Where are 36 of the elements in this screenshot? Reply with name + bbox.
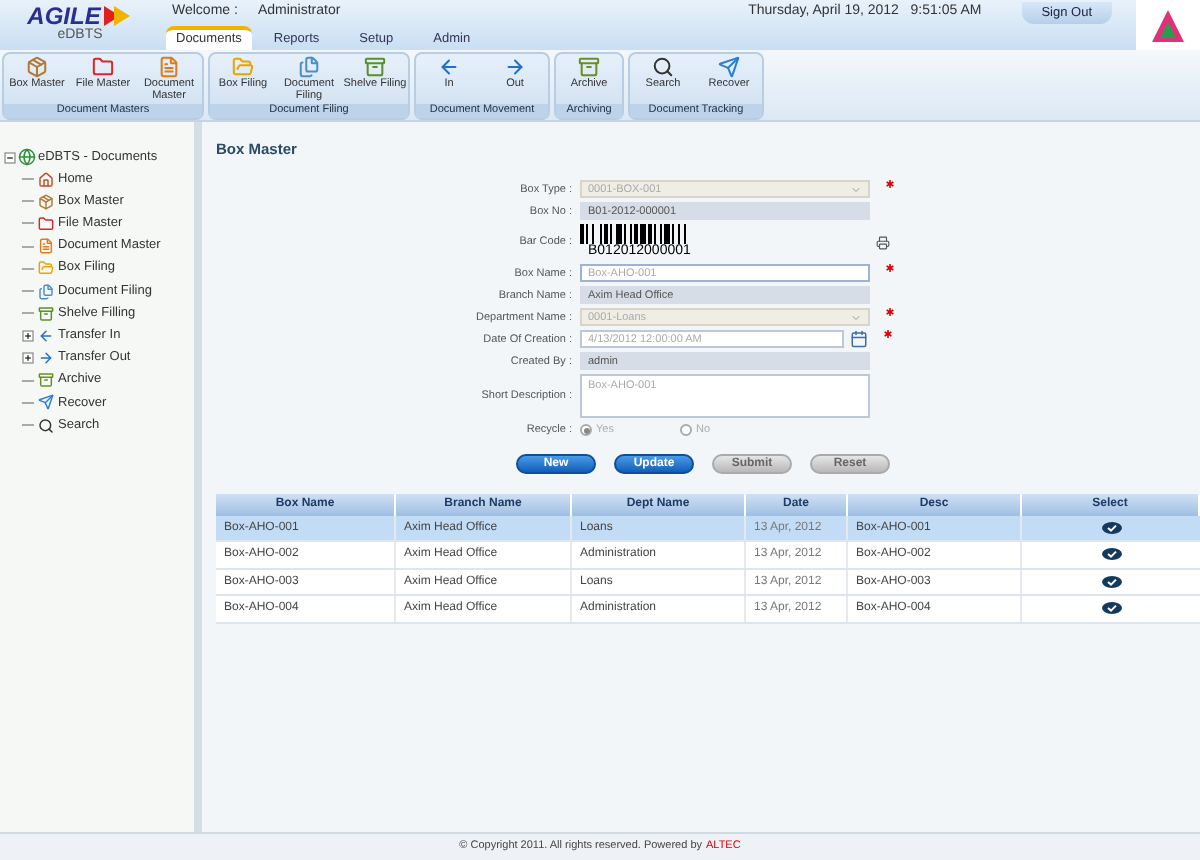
home-icon xyxy=(38,171,54,188)
archive-icon xyxy=(38,372,54,389)
folder-icon xyxy=(38,215,54,232)
radio-button[interactable] xyxy=(580,424,592,437)
search-icon xyxy=(38,417,54,434)
logo-title: AGILE xyxy=(27,4,101,28)
printer-icon[interactable] xyxy=(876,235,890,250)
arrow-right-icon xyxy=(38,350,54,367)
send-icon xyxy=(718,56,740,78)
calendar-icon[interactable] xyxy=(850,330,868,349)
send-icon xyxy=(38,394,54,411)
expand-toggle[interactable] xyxy=(22,352,34,365)
arrow-left-icon xyxy=(38,327,54,344)
box-icon xyxy=(38,193,54,210)
box-icon xyxy=(26,56,48,78)
radio-button[interactable] xyxy=(680,424,692,437)
search-icon xyxy=(652,56,674,78)
expand-toggle[interactable] xyxy=(22,329,34,342)
arrow-left-icon xyxy=(438,56,460,78)
logo-arrow-icon xyxy=(104,6,133,26)
select-edit-icon[interactable] xyxy=(1101,575,1121,588)
document-icon xyxy=(38,238,54,255)
select-edit-icon[interactable] xyxy=(1101,602,1121,615)
files-icon xyxy=(298,56,320,78)
globe-icon xyxy=(18,148,36,166)
company-logo-icon xyxy=(1150,7,1186,43)
collapse-toggle[interactable] xyxy=(4,151,16,163)
folder-icon xyxy=(38,260,54,277)
select-edit-icon[interactable] xyxy=(1101,521,1121,534)
arrow-right-icon xyxy=(504,56,526,78)
document-icon xyxy=(158,56,180,78)
folder-icon xyxy=(232,56,254,78)
files-icon xyxy=(38,283,54,300)
archive-icon xyxy=(578,56,600,78)
folder-icon xyxy=(92,56,114,78)
select-edit-icon[interactable] xyxy=(1101,548,1121,561)
